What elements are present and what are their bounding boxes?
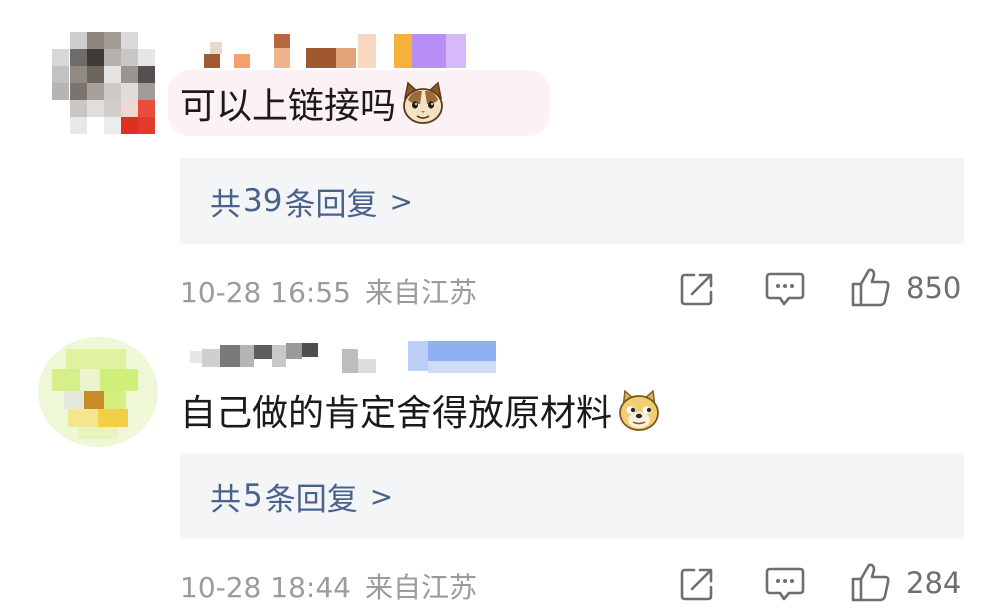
share-icon: [680, 568, 713, 601]
view-replies-button[interactable]: 共 5 条回复 >: [180, 453, 964, 539]
share-icon: [680, 273, 713, 306]
username-blurred[interactable]: [182, 34, 482, 68]
comment-icon: [765, 272, 805, 306]
share-button[interactable]: [678, 565, 716, 603]
comment-item: 可以上链接吗 共 39 条回复 > 10-28 16:55 来自江苏 850: [0, 0, 1000, 309]
doge-face-emoji: [619, 389, 659, 431]
replies-suffix: 条回复: [264, 481, 358, 518]
comment-text: 自己做的肯定舍得放原材料: [180, 393, 613, 434]
share-button[interactable]: [678, 270, 716, 308]
like-count: 850: [906, 271, 962, 305]
comment-meta: 10-28 18:44 来自江苏: [180, 566, 477, 606]
replies-prefix: 共: [210, 186, 241, 223]
thumbs-up-icon: [851, 268, 890, 307]
reply-button[interactable]: [765, 271, 805, 307]
like-button[interactable]: [850, 266, 892, 308]
thumbs-up-icon: [851, 563, 890, 602]
location: 来自江苏: [364, 571, 477, 604]
like-count: 284: [906, 566, 962, 600]
cat-face-emoji: [403, 81, 443, 124]
view-replies-button[interactable]: 共 39 条回复 >: [180, 158, 964, 244]
replies-count: 5: [243, 478, 263, 514]
reply-button[interactable]: [765, 566, 805, 602]
comment-text-row: 可以上链接吗: [180, 73, 446, 133]
replies-suffix: 条回复: [284, 186, 378, 223]
username-blurred[interactable]: [182, 341, 502, 373]
replies-count: 39: [243, 183, 283, 219]
chevron-right-icon: >: [389, 184, 413, 218]
comment-text-row: 自己做的肯定舍得放原材料: [180, 380, 662, 440]
timestamp: 10-28 18:44: [180, 571, 351, 604]
avatar[interactable]: [38, 337, 158, 447]
like-button[interactable]: [850, 561, 892, 603]
replies-prefix: 共: [210, 481, 241, 518]
comment-text: 可以上链接吗: [180, 86, 397, 127]
avatar[interactable]: [52, 32, 156, 136]
chevron-right-icon: >: [369, 479, 394, 513]
comment-item: 自己做的肯定舍得放原材料 共 5 条回复 > 10-28 18:44 来自江苏: [0, 305, 1000, 610]
comment-icon: [765, 567, 805, 601]
